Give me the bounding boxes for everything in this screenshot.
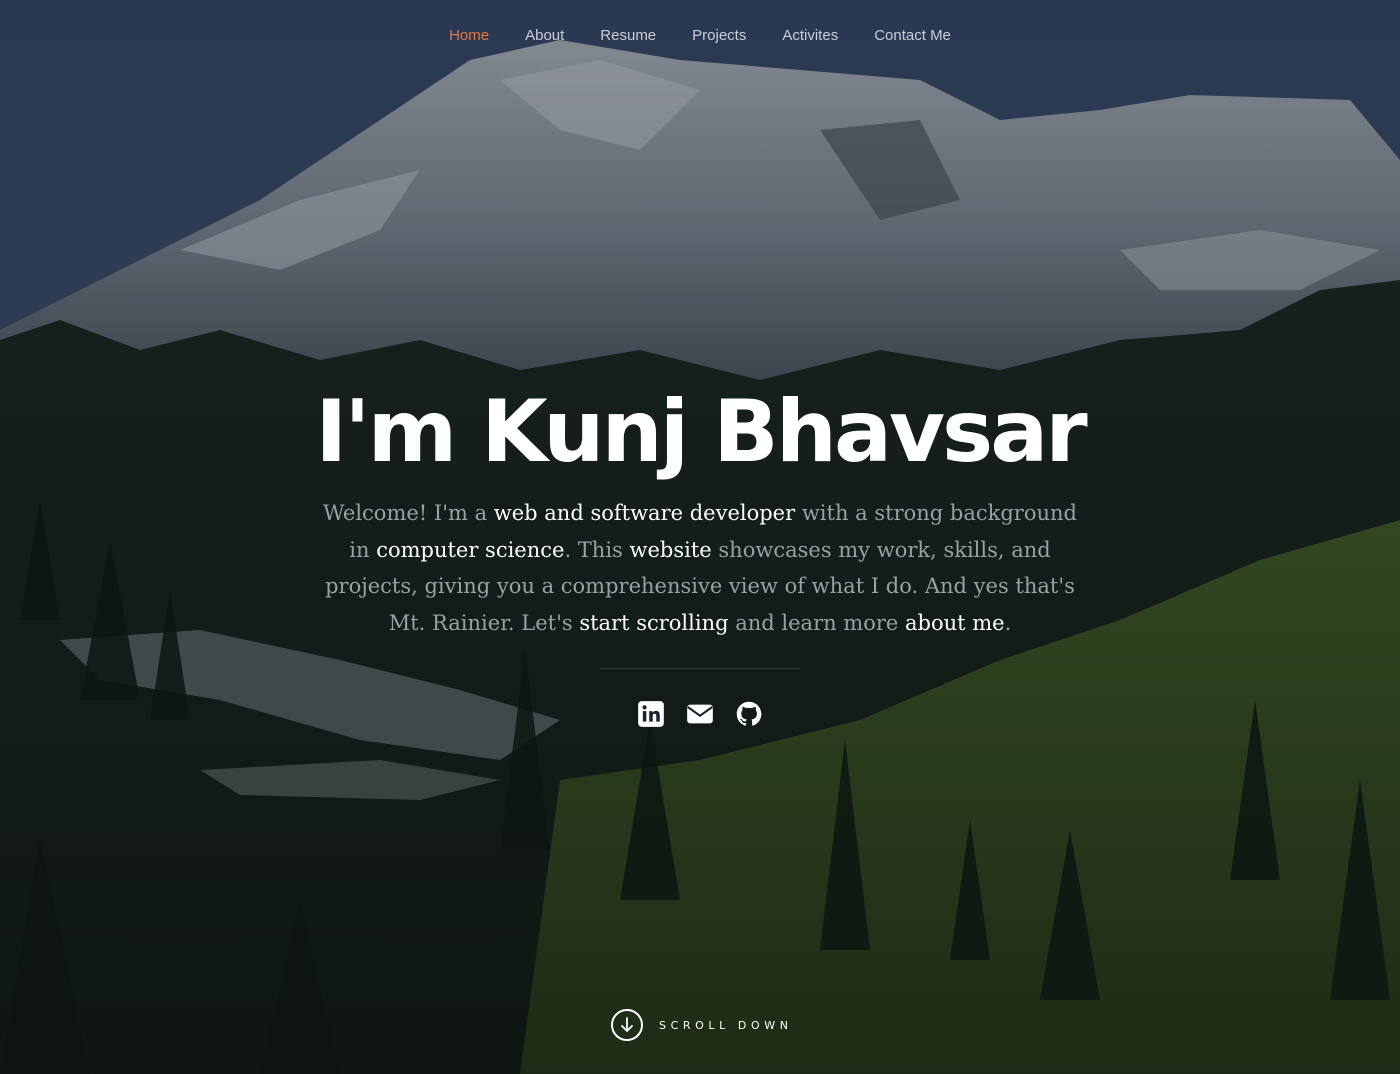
linkedin-icon: [638, 701, 664, 727]
nav-item-home[interactable]: Home: [431, 26, 507, 46]
intro-text: Welcome! I'm a: [323, 501, 494, 525]
intro-text: and learn more: [728, 610, 906, 635]
intro-text: .: [1004, 610, 1012, 635]
email-icon: [687, 704, 713, 724]
linkedin-link[interactable]: [637, 700, 665, 728]
hero-title: I'm Kunj Bhavsar: [315, 382, 1087, 482]
arrow-down-circle-icon: [611, 1009, 643, 1041]
intro-highlight-text: website: [629, 537, 712, 562]
main-nav: Home About Resume Projects Activites Con…: [0, 26, 1400, 46]
intro-highlight-text: computer science: [376, 537, 565, 562]
divider: [600, 668, 800, 669]
scroll-down-label: SCROLL DOWN: [659, 1018, 793, 1032]
scroll-down-button[interactable]: SCROLL DOWN: [611, 1009, 793, 1041]
nav-item-activites[interactable]: Activites: [764, 26, 856, 46]
nav-item-contact-me[interactable]: Contact Me: [856, 26, 969, 46]
intro-highlight-text: start scrolling: [579, 610, 729, 635]
social-links: [0, 700, 1400, 728]
intro-highlight-text: web and software developer: [493, 501, 796, 525]
hero-intro: Welcome! I'm a web and software develope…: [310, 495, 1090, 641]
nav-item-projects[interactable]: Projects: [674, 26, 764, 46]
github-link[interactable]: [735, 700, 763, 728]
intro-highlight-text: about me: [905, 610, 1005, 635]
nav-item-about[interactable]: About: [507, 26, 582, 46]
nav-item-resume[interactable]: Resume: [582, 26, 674, 46]
intro-text: . This: [564, 537, 630, 562]
github-icon: [736, 701, 762, 726]
email-link[interactable]: [686, 700, 714, 728]
